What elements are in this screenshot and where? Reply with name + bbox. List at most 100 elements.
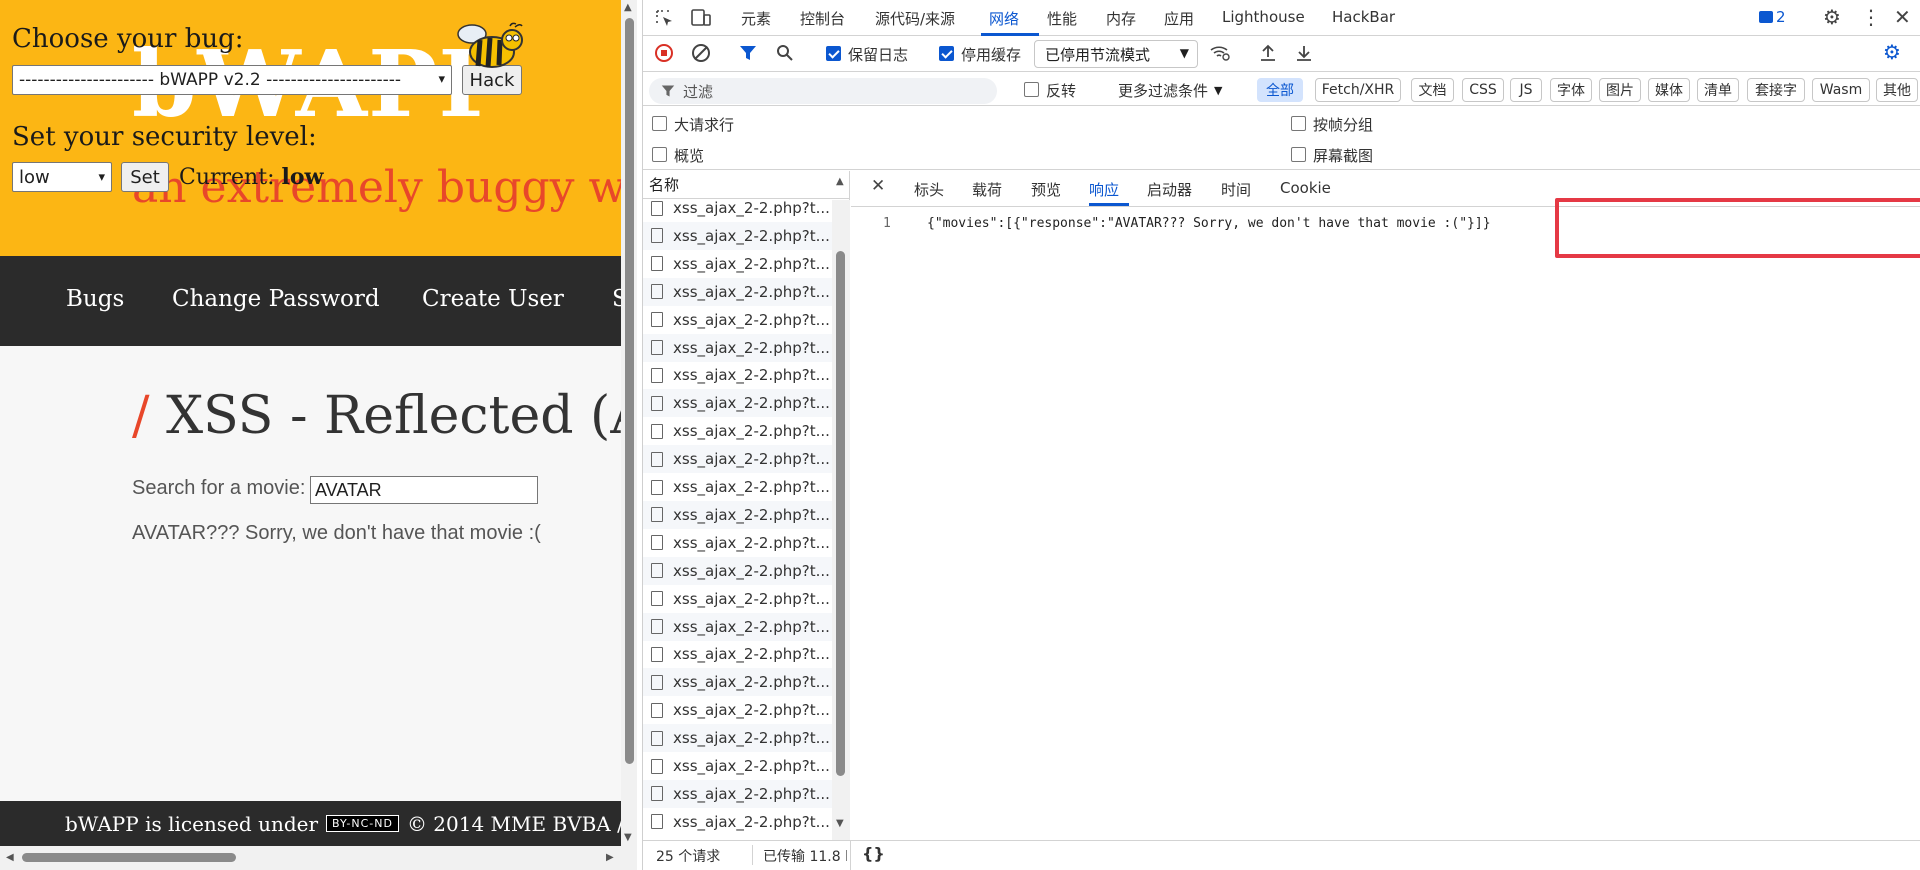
page-vertical-scroll-thumb[interactable] [625, 18, 634, 764]
export-har-icon[interactable] [1295, 43, 1313, 63]
scroll-up-icon[interactable]: ▲ [624, 2, 632, 13]
request-row[interactable]: xss_ajax_2-2.php?t... [643, 696, 833, 724]
type-chip-manifest[interactable]: 清单 [1697, 78, 1739, 102]
request-list-scroll-thumb[interactable] [836, 251, 845, 776]
tab-performance[interactable]: 性能 [1047, 8, 1077, 29]
tab-lighthouse[interactable]: Lighthouse [1222, 8, 1305, 26]
detail-tab-timing[interactable]: 时间 [1221, 179, 1251, 200]
request-row[interactable]: xss_ajax_2-2.php?t... [643, 389, 833, 418]
request-row[interactable]: xss_ajax_2-2.php?t... [643, 585, 833, 613]
request-row[interactable]: xss_ajax_2-2.php?t... [643, 612, 833, 641]
scroll-down-icon[interactable]: ▼ [624, 832, 632, 843]
nav-change-password[interactable]: Change Password [172, 286, 380, 312]
bug-select[interactable]: ---------------------- bWAPP v2.2 ------… [12, 65, 452, 95]
page-vertical-scrollbar[interactable]: ▲ ▼ [621, 0, 637, 846]
record-stop-icon[interactable] [655, 44, 673, 62]
request-row[interactable]: xss_ajax_2-2.php?t... [643, 808, 833, 836]
close-devtools-icon[interactable]: ✕ [1894, 7, 1911, 27]
type-chip-js[interactable]: JS [1510, 78, 1542, 102]
cc-license-badge[interactable]: BY-NC-ND [326, 815, 399, 832]
overview-checkbox[interactable] [652, 147, 667, 162]
request-row[interactable]: xss_ajax_2-2.php?t... [643, 752, 833, 780]
tab-elements[interactable]: 元素 [741, 8, 771, 29]
type-chip-css[interactable]: CSS [1462, 78, 1504, 102]
nav-bugs[interactable]: Bugs [66, 286, 124, 312]
scroll-left-icon[interactable]: ◀ [6, 852, 14, 863]
tab-memory[interactable]: 内存 [1106, 8, 1136, 29]
inspect-element-icon[interactable] [655, 9, 675, 29]
security-level-select[interactable]: low ▾ [12, 162, 112, 192]
screenshots-checkbox[interactable] [1291, 147, 1306, 162]
device-toolbar-icon[interactable] [690, 8, 712, 28]
scroll-down-icon[interactable]: ▼ [836, 818, 844, 829]
filter-icon[interactable] [739, 44, 757, 62]
close-detail-icon[interactable]: ✕ [871, 178, 885, 195]
page-horizontal-scrollbar[interactable]: ◀ ▶ [0, 846, 637, 870]
type-chip-all[interactable]: 全部 [1257, 78, 1303, 102]
tab-sources[interactable]: 源代码/来源 [875, 8, 955, 29]
request-row[interactable]: xss_ajax_2-2.php?t... [643, 361, 833, 389]
type-chip-other[interactable]: 其他 [1876, 78, 1918, 102]
scroll-right-icon[interactable]: ▶ [606, 852, 614, 863]
request-row[interactable]: xss_ajax_2-2.php?t... [643, 333, 833, 362]
request-row[interactable]: xss_ajax_2-2.php?t... [643, 473, 833, 501]
request-row[interactable]: xss_ajax_2-2.php?t... [643, 445, 833, 474]
request-row[interactable]: xss_ajax_2-2.php?t... [643, 556, 833, 585]
request-row[interactable]: xss_ajax_2-2.php?t... [643, 194, 833, 222]
tab-hackbar[interactable]: HackBar [1332, 8, 1395, 26]
tab-application[interactable]: 应用 [1164, 8, 1194, 29]
footer-copyright: © 2014 MME BVBA / Follo [406, 811, 621, 836]
filter-input[interactable]: 过滤 [649, 78, 997, 104]
scroll-up-icon[interactable]: ▲ [836, 176, 844, 187]
request-row[interactable]: xss_ajax_2-2.php?t... [643, 500, 833, 529]
pretty-print-icon[interactable]: {} [862, 844, 885, 863]
type-chip-img[interactable]: 图片 [1599, 78, 1641, 102]
detail-tab-initiator[interactable]: 启动器 [1147, 179, 1192, 200]
search-icon[interactable] [776, 44, 794, 62]
current-level-value: low [281, 164, 324, 190]
tab-network[interactable]: 网络 [989, 8, 1019, 29]
more-options-icon[interactable]: ⋮ [1861, 7, 1881, 27]
movie-search-input[interactable]: AVATAR [310, 476, 538, 504]
network-settings-icon[interactable]: ⚙ [1883, 42, 1901, 62]
request-row[interactable]: xss_ajax_2-2.php?t... [643, 417, 833, 445]
type-chip-wasm[interactable]: Wasm [1812, 78, 1870, 102]
disable-cache-checkbox[interactable] [939, 46, 954, 61]
request-row[interactable]: xss_ajax_2-2.php?t... [643, 640, 833, 668]
request-row[interactable]: xss_ajax_2-2.php?t... [643, 779, 833, 808]
request-row[interactable]: xss_ajax_2-2.php?t... [643, 529, 833, 557]
settings-gear-icon[interactable]: ⚙ [1823, 7, 1841, 27]
import-har-icon[interactable] [1259, 43, 1277, 63]
detail-tab-payload[interactable]: 载荷 [972, 179, 1002, 200]
type-chip-media[interactable]: 媒体 [1648, 78, 1690, 102]
request-row[interactable]: xss_ajax_2-2.php?t... [643, 306, 833, 334]
clear-icon[interactable] [692, 44, 710, 62]
type-chip-font[interactable]: 字体 [1550, 78, 1592, 102]
type-chip-fetch-xhr[interactable]: Fetch/XHR [1315, 78, 1401, 102]
throttling-select[interactable]: 已停用节流模式 ▼ [1034, 40, 1198, 68]
type-chip-ws[interactable]: 套接字 [1747, 78, 1805, 102]
request-name: xss_ajax_2-2.php?t... [673, 254, 830, 273]
detail-tab-cookies[interactable]: Cookie [1280, 179, 1331, 197]
nav-item-truncated[interactable]: S [612, 286, 621, 312]
type-chip-doc[interactable]: 文档 [1411, 78, 1454, 102]
detail-tab-response[interactable]: 响应 [1089, 179, 1119, 200]
request-row[interactable]: xss_ajax_2-2.php?t... [643, 250, 833, 278]
request-row[interactable]: xss_ajax_2-2.php?t... [643, 221, 833, 250]
detail-tab-preview[interactable]: 预览 [1031, 179, 1061, 200]
set-button[interactable]: Set [121, 162, 169, 192]
detail-tab-headers[interactable]: 标头 [914, 179, 944, 200]
preserve-log-checkbox[interactable] [826, 46, 841, 61]
page-horizontal-scroll-thumb[interactable] [22, 853, 236, 862]
invert-checkbox[interactable] [1024, 82, 1039, 97]
issues-badge[interactable]: 2 [1759, 8, 1786, 26]
request-row[interactable]: xss_ajax_2-2.php?t... [643, 277, 833, 306]
nav-create-user[interactable]: Create User [422, 286, 564, 312]
tab-console[interactable]: 控制台 [800, 8, 845, 29]
more-filters-dropdown[interactable]: 更多过滤条件 ▼ [1118, 80, 1222, 101]
large-rows-checkbox[interactable] [652, 116, 667, 131]
group-by-frame-checkbox[interactable] [1291, 116, 1306, 131]
request-row[interactable]: xss_ajax_2-2.php?t... [643, 668, 833, 697]
network-conditions-icon[interactable] [1209, 44, 1231, 62]
request-row[interactable]: xss_ajax_2-2.php?t... [643, 724, 833, 753]
